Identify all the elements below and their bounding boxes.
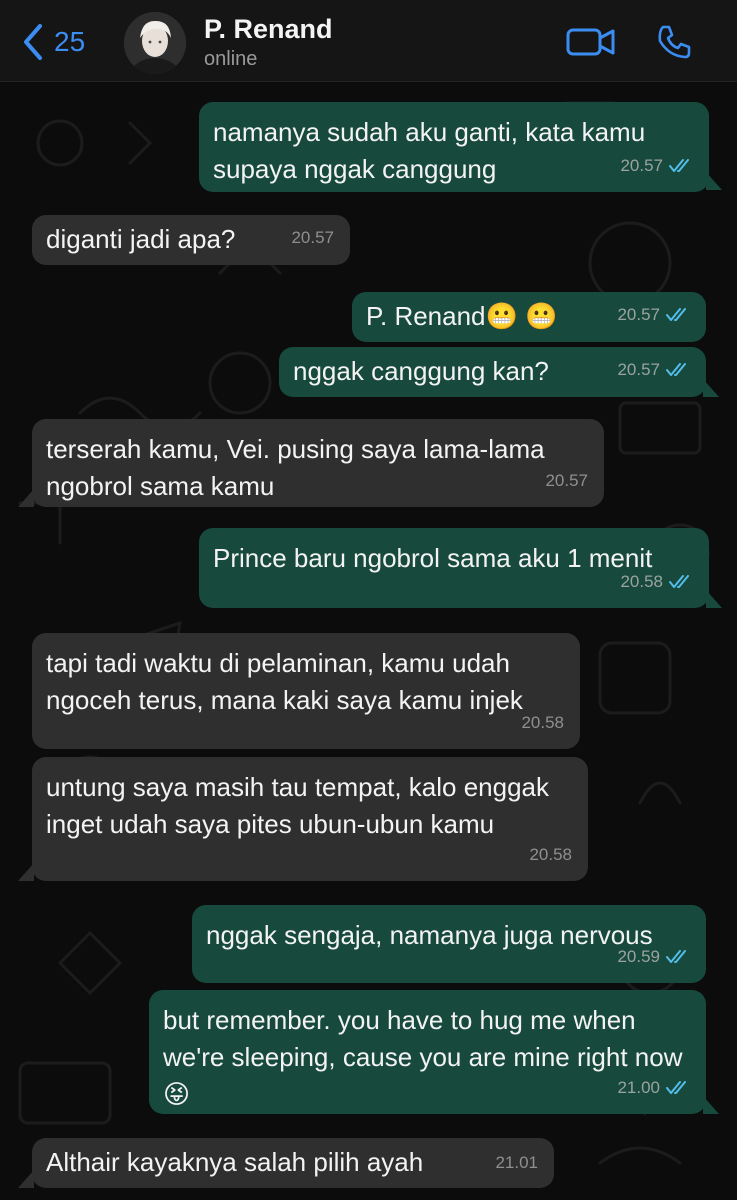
bubble-tail <box>706 172 722 190</box>
message-list[interactable]: namanya sudah aku ganti, kata kamu supay… <box>0 83 737 1200</box>
message-bubble-incoming[interactable]: untung saya masih tau tempat, kalo engga… <box>32 757 588 881</box>
message-bubble-outgoing[interactable]: namanya sudah aku ganti, kata kamu supay… <box>199 102 709 192</box>
bubble-tail <box>18 489 34 507</box>
message-bubble-outgoing[interactable]: but remember. you have to hug me when we… <box>149 990 706 1114</box>
message-time: 20.58 <box>521 713 564 732</box>
phone-icon <box>658 25 691 59</box>
message-bubble-incoming[interactable]: terserah kamu, Vei. pusing saya lama-lam… <box>32 419 604 507</box>
message-time: 20.58 <box>529 845 572 864</box>
message-text: P. Renand😬 😬 <box>366 301 558 331</box>
message-text: Prince baru ngobrol sama aku 1 menit <box>213 543 653 573</box>
message-text: namanya sudah aku ganti, kata kamu supay… <box>213 117 646 184</box>
message-bubble-outgoing[interactable]: nggak canggung kan? 20.57 <box>279 347 706 397</box>
avatar[interactable] <box>124 12 186 74</box>
message-bubble-outgoing[interactable]: Prince baru ngobrol sama aku 1 menit 20.… <box>199 528 709 608</box>
message-bubble-incoming[interactable]: Althair kayaknya salah pilih ayah 21.01 <box>32 1138 554 1188</box>
message-time: 20.57 <box>617 360 660 379</box>
message-text: nggak canggung kan? <box>293 356 549 386</box>
message-time: 20.58 <box>620 572 663 591</box>
chevron-left-icon <box>24 24 42 60</box>
read-receipt-icon <box>669 158 689 172</box>
bubble-tail <box>703 1096 719 1114</box>
message-time: 20.57 <box>617 305 660 324</box>
message-time: 21.00 <box>617 1078 660 1097</box>
message-bubble-outgoing[interactable]: nggak sengaja, namanya juga nervous 20.5… <box>192 905 706 983</box>
bubble-tail <box>706 590 722 608</box>
read-receipt-icon <box>666 1080 686 1094</box>
bubble-tail <box>18 1170 34 1188</box>
message-text: terserah kamu, Vei. pusing saya lama-lam… <box>46 434 545 501</box>
profile-photo <box>124 12 186 74</box>
message-bubble-incoming[interactable]: tapi tadi waktu di pelaminan, kamu udah … <box>32 633 580 749</box>
message-time: 20.57 <box>291 228 334 247</box>
voice-call-button[interactable] <box>654 22 694 62</box>
message-time: 20.57 <box>545 471 588 490</box>
message-text: nggak sengaja, namanya juga nervous <box>206 920 653 950</box>
read-receipt-icon <box>666 362 686 376</box>
contact-name[interactable]: P. Renand <box>204 14 333 45</box>
unread-count: 25 <box>54 26 86 57</box>
message-text: untung saya masih tau tempat, kalo engga… <box>46 772 549 839</box>
message-text: Althair kayaknya salah pilih ayah <box>46 1147 424 1177</box>
message-time: 21.01 <box>495 1153 538 1172</box>
read-receipt-icon <box>666 949 686 963</box>
read-receipt-icon <box>669 574 689 588</box>
message-time: 20.59 <box>617 947 660 966</box>
back-button[interactable]: 25 <box>20 22 85 62</box>
message-time: 20.57 <box>620 156 663 175</box>
video-camera-icon <box>566 28 615 56</box>
bubble-tail <box>703 379 719 397</box>
message-bubble-outgoing[interactable]: P. Renand😬 😬 20.57 <box>352 292 706 342</box>
contact-status: online <box>204 48 258 70</box>
video-call-button[interactable] <box>566 24 616 60</box>
chat-header: 25 P. Renand online <box>0 0 737 82</box>
read-receipt-icon <box>666 307 686 321</box>
message-text: but remember. you have to hug me when we… <box>163 1005 683 1109</box>
message-text: tapi tadi waktu di pelaminan, kamu udah … <box>46 648 523 715</box>
message-text: diganti jadi apa? <box>46 224 236 254</box>
message-bubble-incoming[interactable]: diganti jadi apa? 20.57 <box>32 215 350 265</box>
bubble-tail <box>18 863 34 881</box>
